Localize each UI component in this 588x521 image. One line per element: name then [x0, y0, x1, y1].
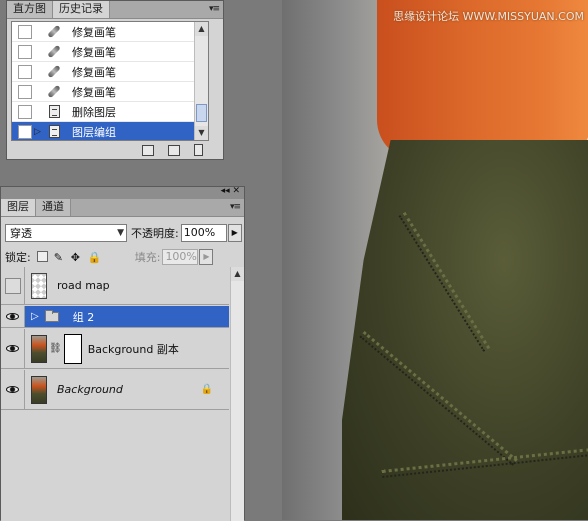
history-source-checkbox[interactable]: [18, 64, 32, 79]
layer-row[interactable]: Background 🔒: [1, 370, 229, 410]
panel-menu-icon[interactable]: ▾≡: [230, 202, 241, 212]
layer-thumbnail: [31, 334, 47, 363]
history-step[interactable]: 修复画笔: [12, 22, 208, 42]
new-snapshot-icon[interactable]: [168, 144, 180, 156]
history-scrollbar[interactable]: ▲ ▼: [194, 22, 208, 140]
eye-icon[interactable]: [6, 386, 19, 393]
lock-row: 锁定: ✎ ✥ 🔒 填充: 100% ▶: [1, 245, 244, 269]
panel-collapse-bar[interactable]: ◂◂ ✕: [1, 186, 244, 199]
fill-slider-button[interactable]: ▶: [199, 248, 214, 265]
layer-row[interactable]: road map: [1, 267, 229, 305]
layer-mask-thumbnail[interactable]: [63, 333, 82, 364]
history-panel: 直方图 历史记录 ▾≡ 修复画笔 修复画笔 修复画笔 修复画笔 删除图层 ▷ 图…: [6, 0, 224, 160]
history-step[interactable]: 删除图层: [12, 102, 208, 122]
layer-name: road map: [57, 279, 110, 292]
layer-thumbnail: [31, 375, 47, 404]
history-state-slider-icon[interactable]: ▷: [34, 127, 44, 137]
opacity-label: 不透明度:: [131, 227, 179, 240]
new-document-from-state-icon[interactable]: [142, 144, 154, 156]
tab-layers[interactable]: 图层: [1, 199, 36, 216]
history-step-selected[interactable]: ▷ 图层编组: [12, 122, 208, 140]
tab-histogram[interactable]: 直方图: [7, 1, 53, 18]
scroll-down-icon[interactable]: ▼: [195, 126, 208, 140]
history-step[interactable]: 修复画笔: [12, 82, 208, 102]
layers-panel: ◂◂ ✕ 图层 通道 ▾≡ 穿透 ▼ 不透明度: 100% ▶ 锁定: ✎ ✥ …: [0, 186, 245, 521]
fill-input[interactable]: 100%: [162, 248, 199, 265]
history-step-icon: [46, 104, 62, 120]
opacity-slider-button[interactable]: ▶: [227, 224, 242, 242]
document-canvas[interactable]: 思缘设计论坛 WWW.MISSYUAN.COM: [282, 0, 588, 520]
lock-all-icon[interactable]: 🔒: [88, 251, 102, 264]
visibility-toggle[interactable]: [1, 370, 25, 409]
history-step-icon: [46, 124, 62, 140]
scroll-thumb[interactable]: [196, 104, 207, 122]
history-step-label: 删除图层: [72, 105, 116, 119]
scroll-up-icon[interactable]: ▲: [195, 22, 208, 36]
tab-channels[interactable]: 通道: [36, 199, 71, 216]
history-step[interactable]: 修复画笔: [12, 42, 208, 62]
layers-scrollbar[interactable]: ▲: [230, 267, 244, 521]
history-step[interactable]: 修复画笔: [12, 62, 208, 82]
healing-brush-icon: [46, 24, 62, 40]
history-source-checkbox[interactable]: [18, 24, 32, 39]
layer-thumbnail: [31, 272, 47, 299]
history-tabbar: 直方图 历史记录 ▾≡: [7, 1, 223, 19]
opacity-input[interactable]: 100%: [180, 224, 227, 242]
history-step-label: 图层编组: [72, 125, 116, 139]
history-list: 修复画笔 修复画笔 修复画笔 修复画笔 删除图层 ▷ 图层编组 ▲ ▼: [11, 21, 209, 141]
lock-icon: 🔒: [200, 384, 213, 395]
delete-icon[interactable]: [194, 144, 203, 156]
visibility-toggle[interactable]: [1, 329, 25, 368]
eye-icon[interactable]: [6, 313, 19, 320]
watermark-text: 思缘设计论坛 WWW.MISSYUAN.COM: [393, 10, 584, 23]
layer-name: Background 副本: [87, 342, 179, 356]
healing-brush-icon: [46, 64, 62, 80]
layer-name: 组 2: [72, 310, 95, 324]
history-source-checkbox[interactable]: [18, 84, 32, 99]
lock-image-icon[interactable]: ✎: [54, 251, 65, 264]
history-source-checkbox[interactable]: [18, 44, 32, 59]
tab-history[interactable]: 历史记录: [53, 1, 110, 18]
blend-mode-value: 穿透: [10, 227, 32, 240]
lock-transparency-icon[interactable]: [36, 251, 48, 262]
history-footer: [7, 141, 223, 159]
history-step-label: 修复画笔: [72, 85, 116, 99]
layer-name: Background: [57, 383, 123, 396]
scroll-up-icon[interactable]: ▲: [231, 267, 244, 281]
history-step-label: 修复画笔: [72, 25, 116, 39]
chevron-down-icon: ▼: [117, 228, 124, 238]
blend-row: 穿透 ▼ 不透明度: 100% ▶: [1, 221, 244, 245]
group-expand-icon[interactable]: ▷: [31, 311, 39, 322]
orange-top-image-region: [377, 0, 588, 160]
layer-list: road map ▷ 组 2 ⛓ Background 副本 Backgroun…: [1, 267, 244, 521]
healing-brush-icon: [46, 84, 62, 100]
layer-row[interactable]: ⛓ Background 副本: [1, 329, 229, 369]
folder-icon: [44, 309, 59, 322]
visibility-toggle[interactable]: [1, 306, 25, 327]
layers-tabbar: 图层 通道 ▾≡: [1, 199, 244, 217]
layer-row-selected[interactable]: ▷ 组 2: [1, 306, 229, 328]
lock-label: 锁定:: [5, 250, 31, 264]
visibility-toggle[interactable]: [1, 267, 25, 304]
history-step-label: 修复画笔: [72, 65, 116, 79]
history-source-checkbox[interactable]: [18, 104, 32, 119]
lock-position-icon[interactable]: ✥: [71, 251, 82, 264]
history-step-label: 修复画笔: [72, 45, 116, 59]
blend-mode-select[interactable]: 穿透 ▼: [5, 224, 127, 242]
history-source-checkbox[interactable]: [18, 124, 32, 139]
panel-menu-icon[interactable]: ▾≡: [209, 4, 220, 14]
fill-label: 填充:: [134, 250, 161, 264]
healing-brush-icon: [46, 44, 62, 60]
hidden-visibility-box[interactable]: [4, 277, 21, 294]
collapse-icon[interactable]: ◂◂ ✕: [221, 186, 240, 196]
eye-icon[interactable]: [6, 345, 19, 352]
link-icon[interactable]: ⛓: [49, 343, 62, 354]
